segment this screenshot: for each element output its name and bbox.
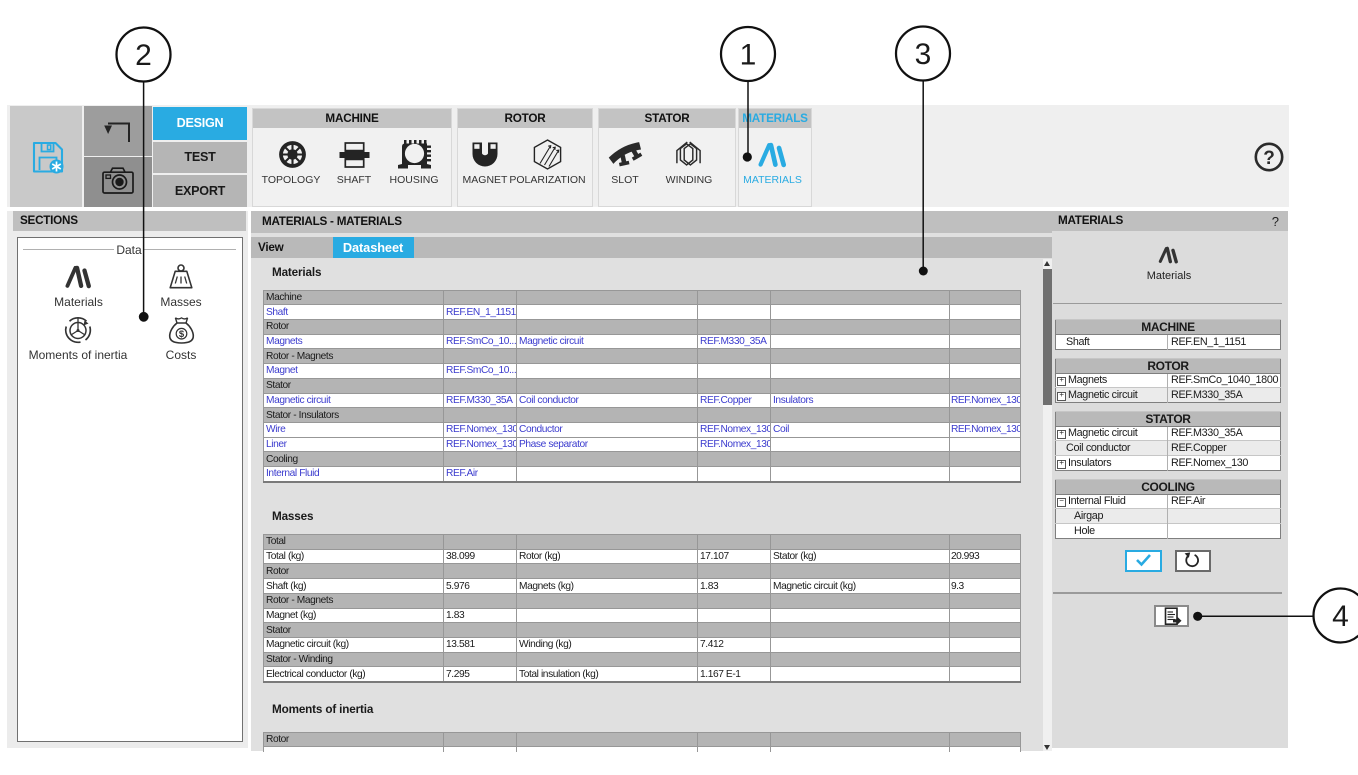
svg-text:1: 1 — [740, 39, 757, 72]
svg-text:4: 4 — [1332, 600, 1349, 633]
svg-text:3: 3 — [915, 38, 932, 71]
svg-text:2: 2 — [135, 39, 152, 72]
